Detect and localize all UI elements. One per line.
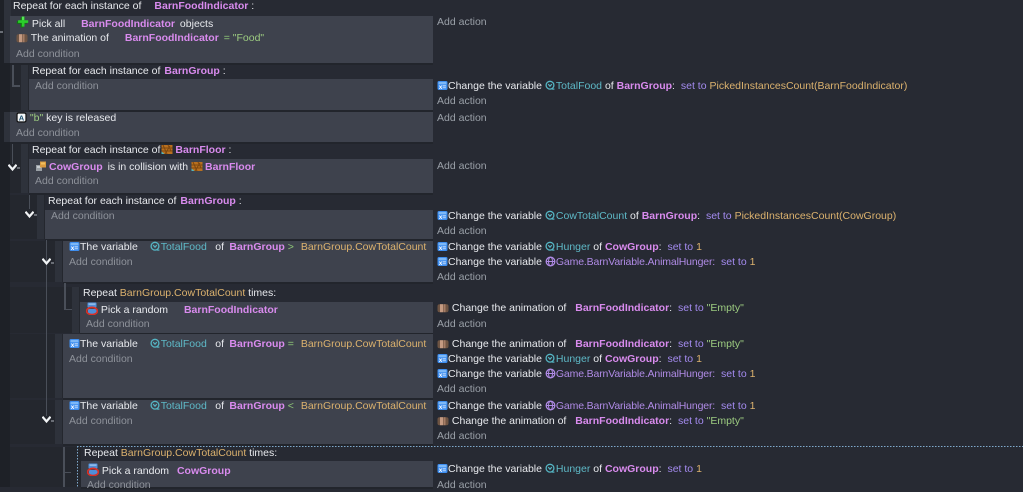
svg-text:x=: x= bbox=[439, 84, 447, 91]
svg-text:x=: x= bbox=[439, 260, 447, 267]
svg-text:x=: x= bbox=[439, 404, 447, 411]
svg-text:x=: x= bbox=[71, 404, 79, 411]
svg-text:x=: x= bbox=[71, 342, 79, 349]
svg-text:A: A bbox=[19, 113, 25, 122]
svg-text:x=: x= bbox=[439, 467, 447, 474]
svg-text:x=: x= bbox=[439, 245, 447, 252]
svg-text:x=: x= bbox=[71, 245, 79, 252]
svg-text:x=: x= bbox=[439, 214, 447, 221]
svg-text:x=: x= bbox=[439, 372, 447, 379]
svg-text:x=: x= bbox=[439, 357, 447, 364]
